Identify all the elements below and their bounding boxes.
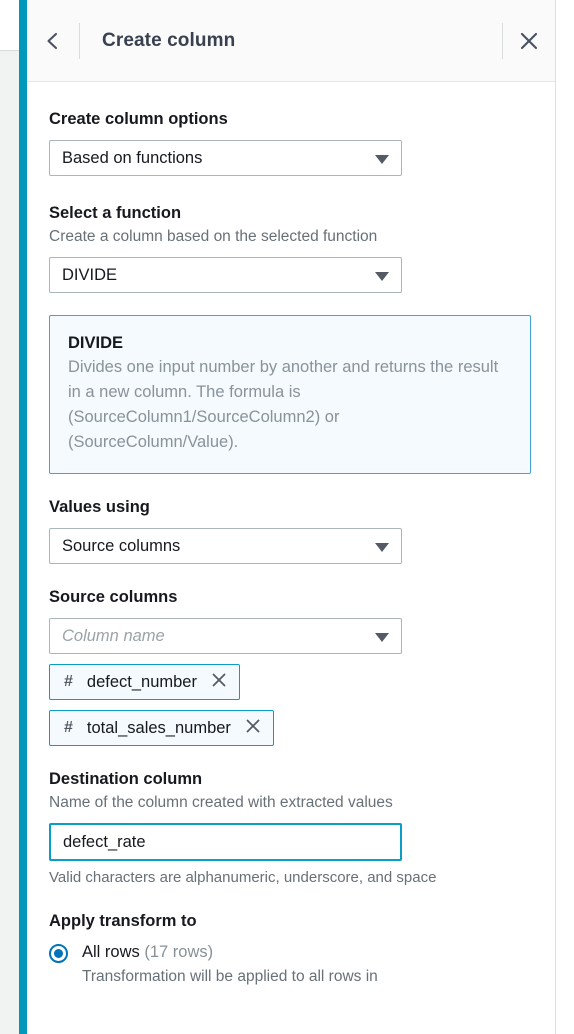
remove-source-column-button[interactable] [243, 718, 263, 738]
radio-option-label: All rows [82, 943, 140, 961]
select-function-label: Select a function [49, 204, 182, 222]
source-column-chip[interactable]: # total_sales_number [49, 710, 274, 746]
select-function-value: DIVIDE [62, 265, 118, 284]
source-column-chip-row: # total_sales_number [49, 710, 533, 746]
source-column-chip-label: total_sales_number [86, 718, 231, 737]
source-columns-label: Source columns [49, 588, 178, 606]
create-column-options-select[interactable]: Based on functions [49, 140, 402, 176]
app-root: Create column Create column options Base… [0, 0, 574, 1034]
number-type-icon: # [64, 719, 73, 736]
values-using-value: Source columns [62, 536, 181, 555]
select-function-select[interactable]: DIVIDE [49, 257, 402, 293]
function-info-text: Divides one input number by another and … [68, 358, 499, 451]
radio-option-text: All rows (17 rows) Transformation will b… [82, 941, 378, 988]
chevron-down-icon [375, 155, 389, 164]
radio-icon-selected[interactable] [49, 944, 68, 963]
panel-body: Create column options Based on functions… [27, 108, 555, 988]
destination-column-hint: Valid characters are alphanumeric, under… [49, 869, 437, 886]
destination-column-description: Name of the column created with extracte… [49, 794, 393, 811]
create-column-options-label: Create column options [49, 110, 228, 128]
panel-resize-handle[interactable] [19, 0, 27, 1034]
function-info-title: DIVIDE [68, 334, 124, 352]
background-strip [0, 0, 19, 1034]
radio-option-description: Transformation will be applied to all ro… [82, 968, 378, 985]
source-columns-select[interactable]: Column name [49, 618, 402, 654]
close-icon [210, 671, 228, 694]
destination-column-value: defect_rate [63, 832, 146, 851]
create-column-options-group: Create column options Based on functions [49, 108, 533, 176]
back-button[interactable] [27, 0, 79, 82]
radio-option-all-rows[interactable]: All rows (17 rows) Transformation will b… [49, 941, 533, 988]
apply-transform-group: Apply transform to All rows (17 rows) Tr… [49, 910, 533, 988]
chevron-down-icon [375, 633, 389, 642]
values-using-label: Values using [49, 498, 150, 516]
source-column-chip-row: # defect_number [49, 664, 533, 700]
create-column-options-value: Based on functions [62, 148, 203, 167]
number-type-icon: # [64, 673, 73, 690]
destination-column-input[interactable]: defect_rate [49, 823, 402, 861]
panel-header: Create column [27, 0, 555, 82]
page-title: Create column [102, 29, 236, 51]
close-icon [518, 30, 540, 52]
select-function-description: Create a column based on the selected fu… [49, 228, 378, 245]
source-columns-placeholder: Column name [62, 626, 165, 645]
radio-option-label-wrap: All rows (17 rows) [82, 943, 213, 961]
close-button[interactable] [503, 0, 555, 82]
right-gutter [556, 0, 574, 1034]
values-using-group: Values using Source columns [49, 496, 533, 564]
chevron-down-icon [375, 272, 389, 281]
radio-option-count: (17 rows) [144, 943, 214, 961]
background-strip-top [0, 0, 19, 51]
function-info-callout: DIVIDE Divides one input number by anoth… [49, 315, 531, 474]
destination-column-group: Destination column Name of the column cr… [49, 768, 533, 888]
apply-transform-label: Apply transform to [49, 912, 197, 930]
destination-column-label: Destination column [49, 770, 203, 788]
values-using-select[interactable]: Source columns [49, 528, 402, 564]
chevron-left-icon [43, 31, 63, 51]
close-icon [244, 717, 262, 740]
create-column-panel: Create column Create column options Base… [27, 0, 556, 1034]
chevron-down-icon [375, 543, 389, 552]
source-column-chip[interactable]: # defect_number [49, 664, 240, 700]
remove-source-column-button[interactable] [209, 672, 229, 692]
select-function-group: Select a function Create a column based … [49, 202, 533, 293]
source-columns-group: Source columns Column name # defect_numb… [49, 586, 533, 746]
source-column-chip-label: defect_number [86, 672, 197, 691]
